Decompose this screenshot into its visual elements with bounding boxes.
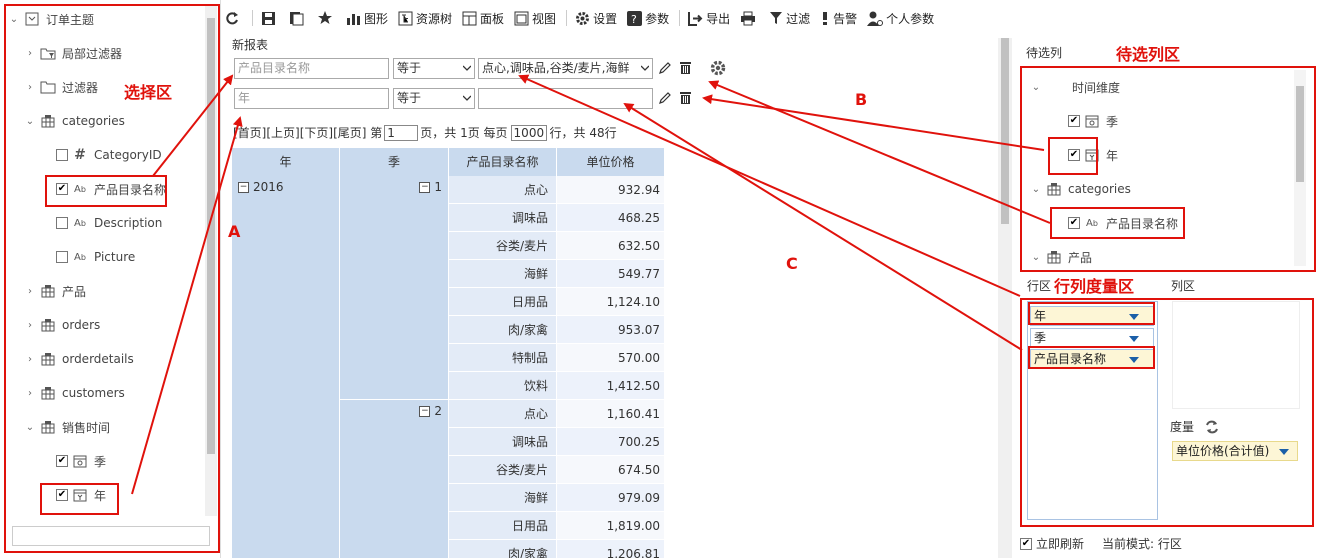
arrow-B1 — [702, 94, 1045, 151]
arrow-B2 — [708, 80, 1051, 224]
arrow-C2 — [623, 102, 1023, 351]
arrow-A1 — [152, 74, 234, 177]
annotation-arrows — [131, 74, 1051, 495]
arrow-A2 — [131, 116, 243, 495]
